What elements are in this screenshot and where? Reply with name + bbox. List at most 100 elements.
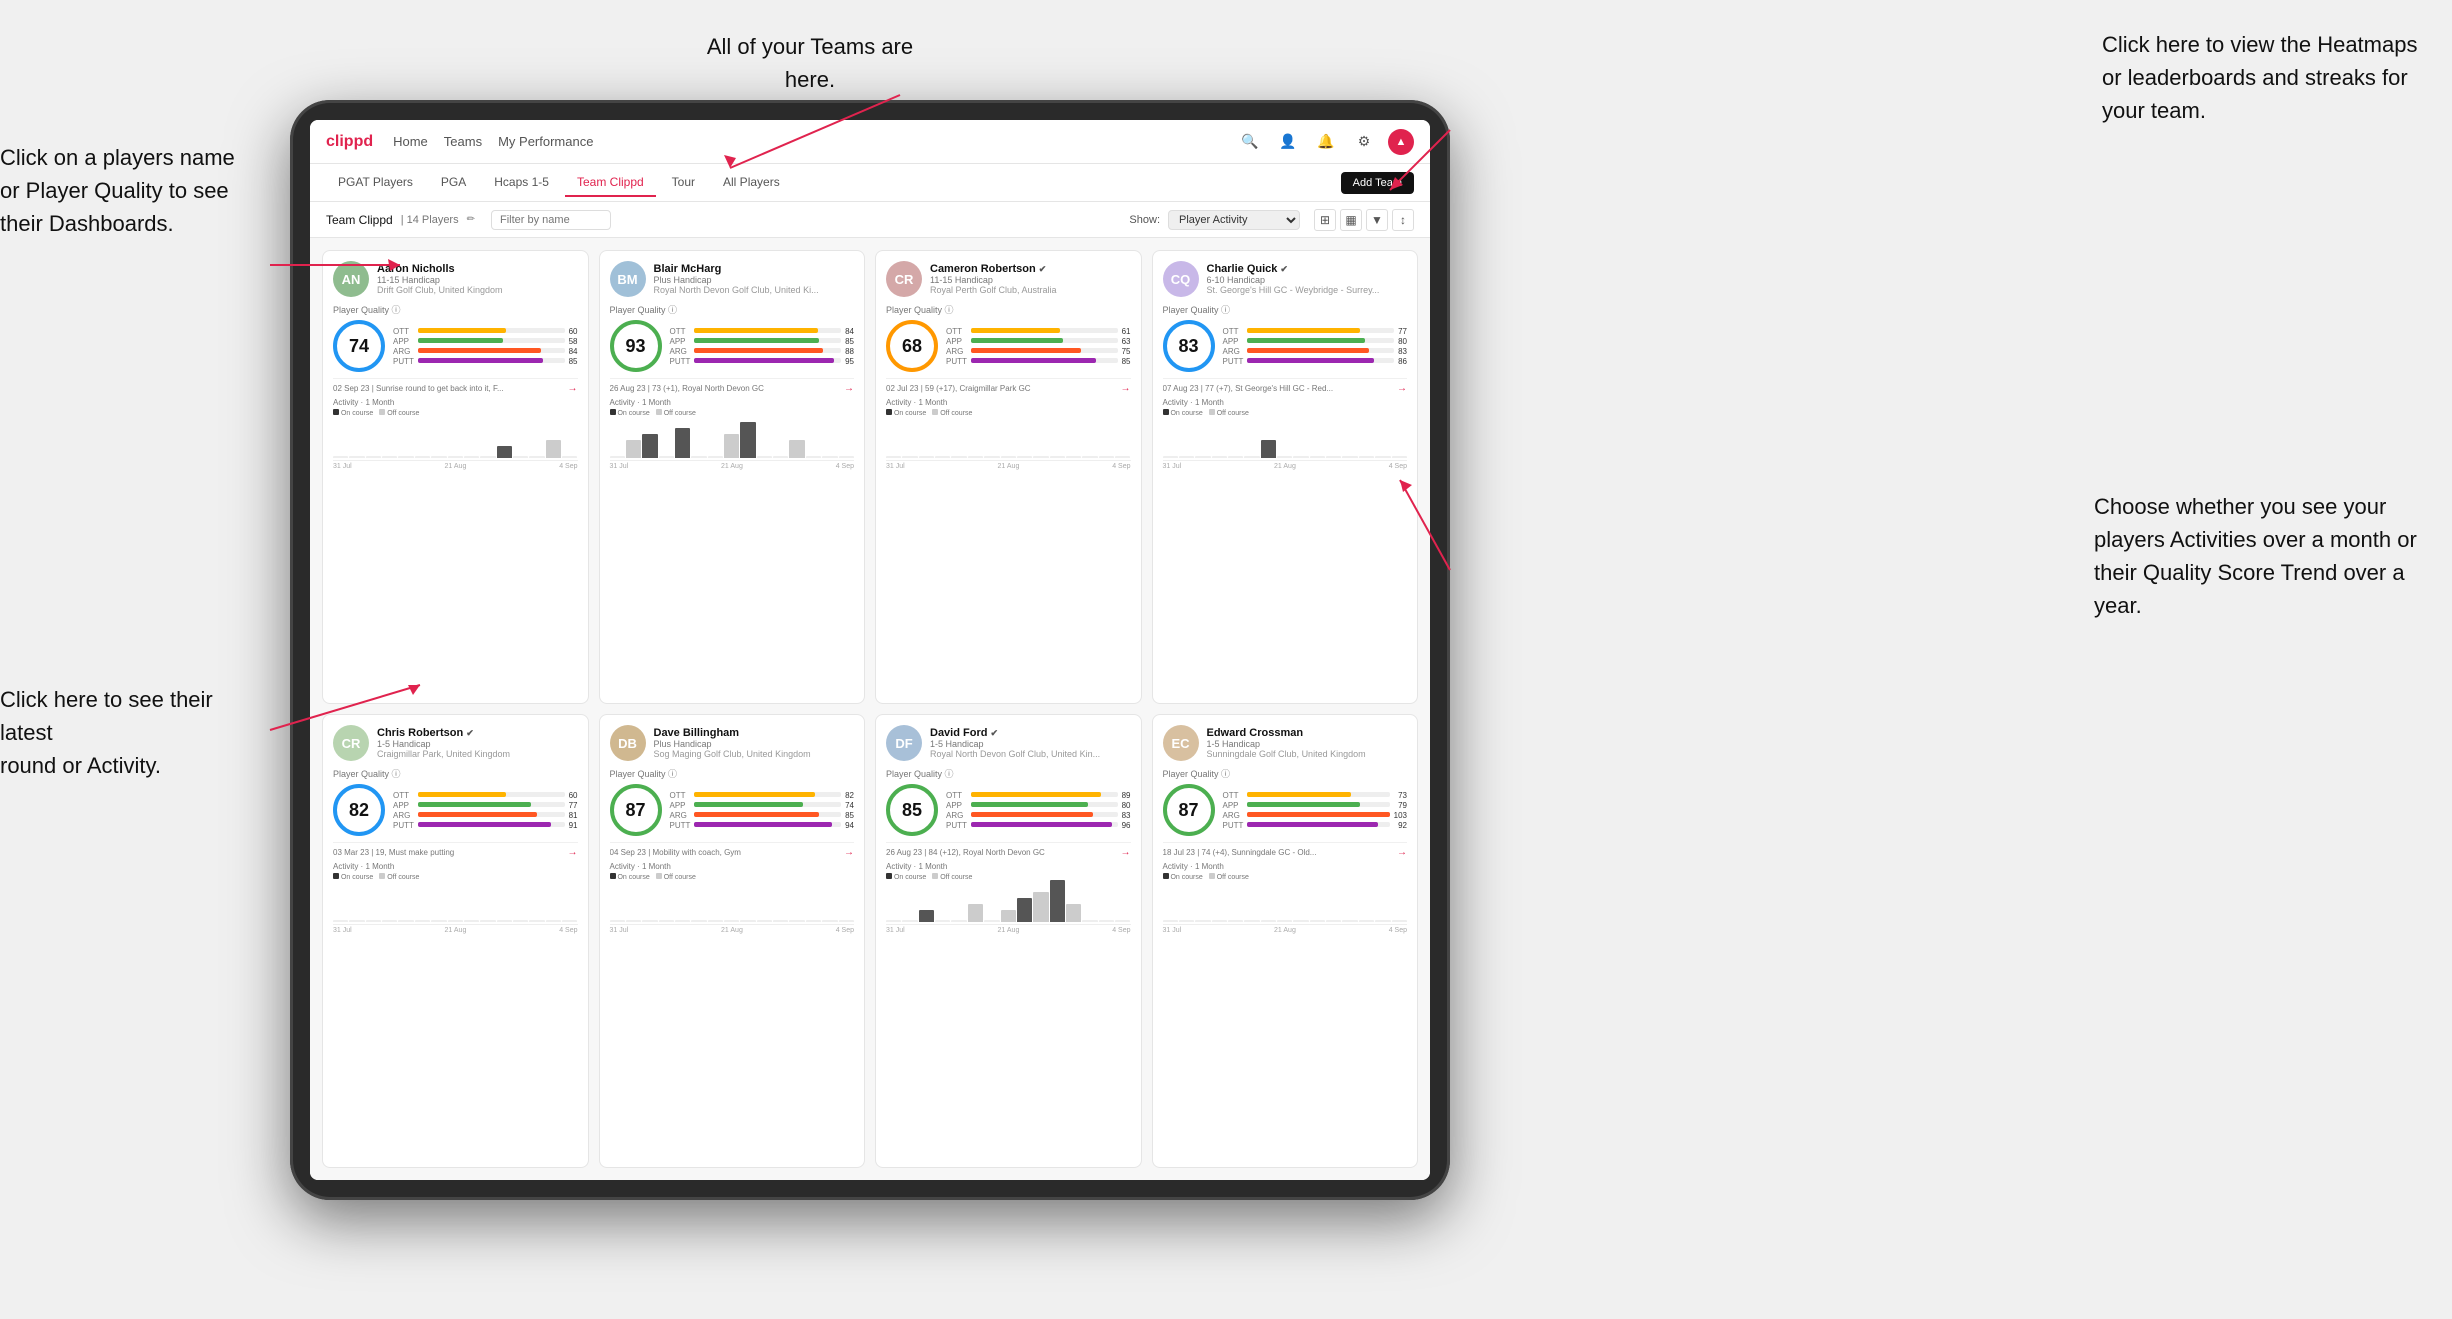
nav-link-teams[interactable]: Teams [444,134,482,149]
stat-value-putt-0: 85 [569,357,578,366]
nav-link-myperformance[interactable]: My Performance [498,134,593,149]
bar-empty-0-14 [562,456,577,458]
tab-pgat[interactable]: PGAT Players [326,169,425,197]
bar-empty-3-11 [1342,456,1357,458]
player-card-0[interactable]: AN Aaron Nicholls 11-15 Handicap Drift G… [322,250,589,704]
stat-label-putt-5: PUTT [670,821,691,830]
stat-value-app-7: 79 [1394,801,1407,810]
player-card-3[interactable]: CQ Charlie Quick ✔ 6-10 Handicap St. Geo… [1152,250,1419,704]
tab-tour[interactable]: Tour [660,169,707,197]
quality-circle-2[interactable]: 68 [886,320,938,372]
player-info-3: Charlie Quick ✔ 6-10 Handicap St. George… [1207,263,1408,295]
bar-empty-7-14 [1392,920,1407,922]
legend-off-dot-2: Off course [932,409,972,417]
bar-empty-2-7 [1001,456,1016,458]
chart-area-4 [333,883,578,925]
bar-empty-2-8 [1017,456,1032,458]
quality-circle-1[interactable]: 93 [610,320,662,372]
chart-date-2-2: 4 Sep [1112,463,1130,470]
recent-round-text-2: 02 Jul 23 | 59 (+17), Craigmillar Park G… [886,384,1031,393]
quality-circle-0[interactable]: 74 [333,320,385,372]
tab-all-players[interactable]: All Players [711,169,792,197]
quality-circle-6[interactable]: 85 [886,784,938,836]
show-select[interactable]: Player Activity Quality Score Trend [1168,210,1300,230]
recent-round-7[interactable]: 18 Jul 23 | 74 (+4), Sunningdale GC - Ol… [1163,842,1408,858]
player-card-2[interactable]: CR Cameron Robertson ✔ 11-15 Handicap Ro… [875,250,1142,704]
bar-empty-2-10 [1050,456,1065,458]
add-team-button[interactable]: Add Team [1341,172,1414,194]
stat-value-putt-2: 85 [1122,357,1131,366]
bar-empty-3-2 [1195,456,1210,458]
avatar-icon[interactable]: ▲ [1388,129,1414,155]
tab-hcaps[interactable]: Hcaps 1-5 [482,169,561,197]
bar-empty-3-13 [1375,456,1390,458]
grid-view-icon[interactable]: ⊞ [1314,209,1336,231]
quality-circle-7[interactable]: 87 [1163,784,1215,836]
player-name-2[interactable]: Cameron Robertson ✔ [930,263,1131,275]
stat-bar-ott-7 [1247,792,1389,797]
recent-round-1[interactable]: 26 Aug 23 | 73 (+1), Royal North Devon G… [610,378,855,394]
stat-value-ott-4: 60 [569,791,578,800]
bar-empty-5-0 [610,920,625,922]
quality-section-1: 93 OTT 84 APP 85 ARG 88 PUTT 95 [610,320,855,372]
search-icon[interactable]: 🔍 [1236,128,1264,156]
player-name-6[interactable]: David Ford ✔ [930,727,1131,739]
player-name-7[interactable]: Edward Crossman [1207,727,1408,739]
bar-empty-2-14 [1115,456,1130,458]
edit-icon[interactable]: ✏ [467,214,475,225]
player-card-6[interactable]: DF David Ford ✔ 1-5 Handicap Royal North… [875,714,1142,1168]
recent-round-5[interactable]: 04 Sep 23 | Mobility with coach, Gym → [610,842,855,858]
player-name-1[interactable]: Blair McHarg [654,263,855,275]
activity-label-6: Activity · 1 Month [886,862,1131,871]
list-view-icon[interactable]: ▦ [1340,209,1362,231]
recent-round-arrow-1: → [844,383,854,394]
player-club-4: Craigmillar Park, United Kingdom [377,749,578,759]
stat-bar-ott-1 [694,328,841,333]
recent-round-3[interactable]: 07 Aug 23 | 77 (+7), St George's Hill GC… [1163,378,1408,394]
player-name-0[interactable]: Aaron Nicholls [377,263,578,275]
player-name-3[interactable]: Charlie Quick ✔ [1207,263,1408,275]
filter-icon[interactable]: ▼ [1366,209,1388,231]
recent-round-2[interactable]: 02 Jul 23 | 59 (+17), Craigmillar Park G… [886,378,1131,394]
recent-round-0[interactable]: 02 Sep 23 | Sunrise round to get back in… [333,378,578,394]
player-name-4[interactable]: Chris Robertson ✔ [377,727,578,739]
bar-empty-0-7 [448,456,463,458]
recent-round-4[interactable]: 03 Mar 23 | 19, Must make putting → [333,842,578,858]
tab-pga[interactable]: PGA [429,169,478,197]
recent-round-6[interactable]: 26 Aug 23 | 84 (+12), Royal North Devon … [886,842,1131,858]
chart-dates-7: 31 Jul21 Aug4 Sep [1163,927,1408,934]
player-club-0: Drift Golf Club, United Kingdom [377,285,578,295]
player-card-1[interactable]: BM Blair McHarg Plus Handicap Royal Nort… [599,250,866,704]
bar-empty-4-6 [431,920,446,922]
quality-circle-4[interactable]: 82 [333,784,385,836]
chart-dates-4: 31 Jul21 Aug4 Sep [333,927,578,934]
settings-icon[interactable]: ⚙ [1350,128,1378,156]
bar-empty-4-9 [480,920,495,922]
player-card-7[interactable]: EC Edward Crossman 1-5 Handicap Sunningd… [1152,714,1419,1168]
activity-label-1: Activity · 1 Month [610,398,855,407]
bar-empty-0-5 [415,456,430,458]
quality-circle-5[interactable]: 87 [610,784,662,836]
bar-empty-4-0 [333,920,348,922]
player-card-4[interactable]: CR Chris Robertson ✔ 1-5 Handicap Craigm… [322,714,589,1168]
tab-team-clippd[interactable]: Team Clippd [565,169,656,197]
player-club-6: Royal North Devon Golf Club, United Kin.… [930,749,1131,759]
sort-icon[interactable]: ↕ [1392,209,1414,231]
quality-circle-3[interactable]: 83 [1163,320,1215,372]
player-club-5: Sog Maging Golf Club, United Kingdom [654,749,855,759]
recent-round-arrow-5: → [844,847,854,858]
stat-label-putt-2: PUTT [946,357,967,366]
bell-icon[interactable]: 🔔 [1312,128,1340,156]
nav-link-home[interactable]: Home [393,134,428,149]
bar-empty-3-3 [1212,456,1227,458]
profile-icon[interactable]: 👤 [1274,128,1302,156]
bar-empty-6-13 [1099,920,1114,922]
player-card-5[interactable]: DB Dave Billingham Plus Handicap Sog Mag… [599,714,866,1168]
filter-input[interactable] [491,210,611,230]
bar-empty-7-12 [1359,920,1374,922]
player-handicap-1: Plus Handicap [654,275,855,285]
player-name-5[interactable]: Dave Billingham [654,727,855,739]
legend-on-dot-5: On course [610,873,650,881]
stat-value-ott-0: 60 [569,327,578,336]
stat-label-putt-7: PUTT [1223,821,1244,830]
